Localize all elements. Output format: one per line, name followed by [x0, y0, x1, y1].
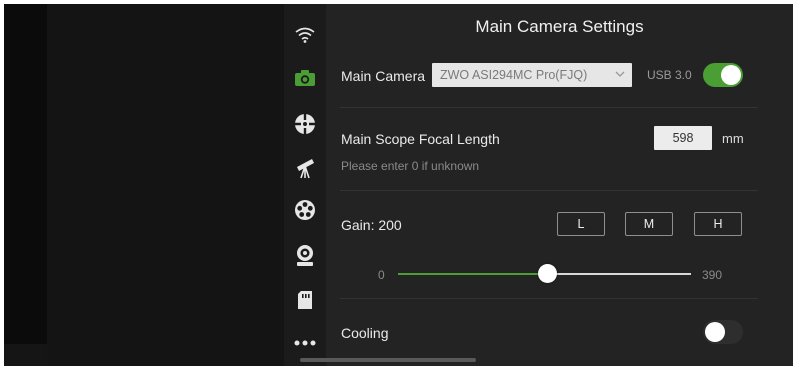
- focal-length-label: Main Scope Focal Length: [341, 131, 500, 147]
- gain-slider-fill: [398, 273, 548, 275]
- camera-select-value: ZWO ASI294MC Pro(FJQ): [440, 68, 588, 82]
- gain-slider-thumb[interactable]: [538, 264, 557, 283]
- divider: [340, 107, 758, 108]
- divider: [340, 298, 758, 299]
- gain-medium-button[interactable]: M: [625, 212, 673, 236]
- divider: [340, 190, 758, 191]
- focal-length-hint: Please enter 0 if unknown: [341, 159, 480, 173]
- main-camera-label: Main Camera: [341, 68, 426, 84]
- gain-slider-track[interactable]: [548, 273, 691, 275]
- preview-edge: [4, 4, 47, 344]
- sd-card-icon[interactable]: [284, 286, 326, 314]
- preview-area: [47, 4, 284, 366]
- connection-type: USB 3.0: [647, 68, 692, 82]
- gain-min-label: 0: [378, 268, 385, 282]
- filter-wheel-icon[interactable]: [284, 196, 326, 224]
- gain-max-label: 390: [702, 268, 723, 282]
- app-screen: Main Camera Settings Main Camera ZWO ASI…: [4, 4, 793, 366]
- settings-panel: Main Camera Settings Main Camera ZWO ASI…: [326, 4, 793, 366]
- gain-low-button[interactable]: L: [557, 212, 605, 236]
- wifi-icon[interactable]: [284, 21, 326, 49]
- focal-length-input[interactable]: 598: [654, 126, 712, 150]
- telescope-icon[interactable]: [284, 153, 326, 181]
- sidebar-rail: [284, 4, 326, 366]
- horizontal-scrollbar[interactable]: [300, 358, 476, 362]
- focal-length-unit: mm: [722, 131, 744, 146]
- gain-high-button[interactable]: H: [694, 212, 742, 236]
- more-icon[interactable]: [284, 329, 326, 357]
- camera-toggle[interactable]: [703, 63, 743, 87]
- webcam-icon[interactable]: [284, 242, 326, 270]
- target-icon[interactable]: [284, 110, 326, 138]
- camera-icon[interactable]: [284, 64, 326, 92]
- toggle-knob: [721, 65, 741, 85]
- toggle-knob: [705, 322, 725, 342]
- cooling-label: Cooling: [341, 325, 389, 341]
- gain-label: Gain: 200: [341, 217, 402, 233]
- camera-select[interactable]: ZWO ASI294MC Pro(FJQ): [432, 63, 632, 87]
- page-title: Main Camera Settings: [475, 17, 644, 36]
- chevron-down-icon: [615, 71, 625, 77]
- cooling-toggle[interactable]: [703, 320, 743, 344]
